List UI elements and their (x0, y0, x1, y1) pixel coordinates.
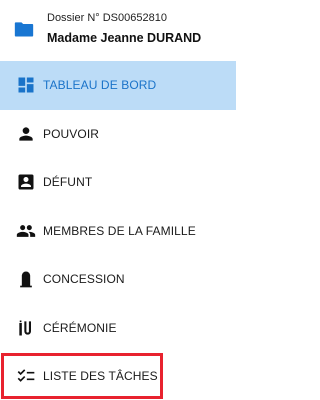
nav-item-pouvoir[interactable]: POUVOIR (0, 110, 236, 159)
person-icon (19, 127, 33, 141)
nav-label: POUVOIR (43, 126, 100, 141)
dossier-header: Dossier N° DS00652810 Madame Jeanne DURA… (0, 0, 236, 58)
dossier-number: Dossier N° DS00652810 (47, 12, 167, 24)
nav-label: LISTE DES TÂCHES (43, 369, 158, 383)
nav-label: CÉRÉMONIE (43, 320, 117, 335)
dashboard-icon (18, 77, 34, 93)
nav-item-membres-de-la-famille[interactable]: MEMBRES DE LA FAMILLE (0, 207, 236, 256)
people-icon (16, 224, 36, 237)
ceremony-icon (19, 320, 31, 336)
nav-item-ceremonie[interactable]: CÉRÉMONIE (0, 304, 236, 353)
nav-item-tableau-de-bord[interactable]: TABLEAU DE BORD (0, 61, 236, 110)
nav-label: TABLEAU DE BORD (43, 78, 157, 93)
nav-list: TABLEAU DE BORD POUVOIR DÉFUNT MEMBRES D… (0, 61, 236, 399)
checklist-icon (17, 369, 35, 382)
dossier-client-name: Madame Jeanne DURAND (47, 31, 202, 45)
account-box-icon (18, 174, 34, 190)
folder-icon (14, 22, 34, 37)
sidebar: Dossier N° DS00652810 Madame Jeanne DURA… (0, 0, 236, 400)
nav-item-liste-des-taches[interactable]: LISTE DES TÂCHES (1, 353, 163, 399)
nav-label: MEMBRES DE LA FAMILLE (43, 223, 196, 238)
nav-item-defunt[interactable]: DÉFUNT (0, 158, 236, 207)
tombstone-icon (20, 271, 32, 288)
nav-item-concession[interactable]: CONCESSION (0, 255, 236, 304)
nav-label: CONCESSION (43, 272, 125, 287)
nav-label: DÉFUNT (43, 175, 93, 190)
